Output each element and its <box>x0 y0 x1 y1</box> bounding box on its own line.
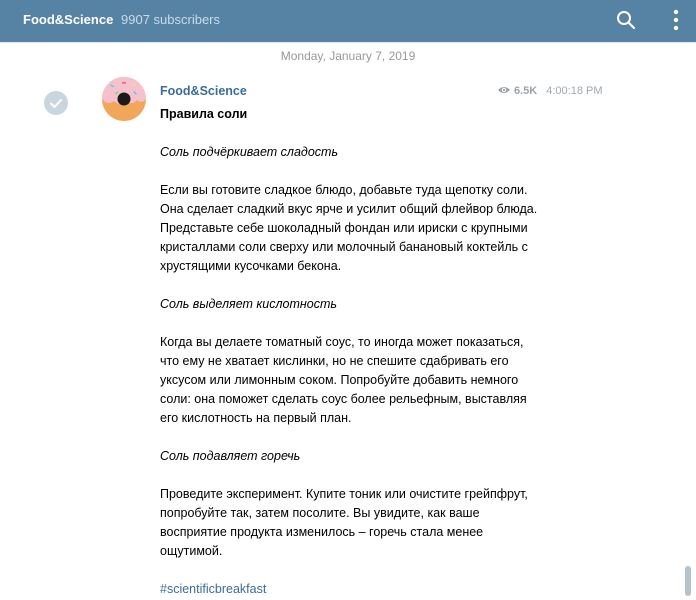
channel-name[interactable]: Food&Science <box>23 12 113 27</box>
check-icon <box>50 99 62 108</box>
message-author[interactable]: Food&Science <box>160 84 247 98</box>
section-subtitle: Соль подавляет горечь <box>160 449 301 463</box>
header-divider <box>0 42 696 43</box>
search-icon[interactable] <box>616 10 636 30</box>
view-count: 6.5K <box>514 85 538 97</box>
select-message-checkbox[interactable] <box>44 91 68 115</box>
message-time[interactable]: 4:00:18 PM <box>546 85 602 97</box>
section-subtitle: Соль подчёркивает сладость <box>160 145 339 159</box>
scrollbar-track[interactable] <box>684 43 692 600</box>
section-text: Когда вы делаете томатный соус, то иногд… <box>160 335 527 425</box>
section-text: Проведите эксперимент. Купите тоник или … <box>160 487 528 558</box>
date-separator: Monday, January 7, 2019 <box>280 49 416 63</box>
channel-header: Food&Science 9907 subscribers <box>0 0 696 42</box>
eye-icon <box>498 87 510 93</box>
more-vertical-icon[interactable] <box>672 9 680 31</box>
section-text: Если вы готовите сладкое блюдо, добавьте… <box>160 183 538 273</box>
donut-avatar[interactable] <box>102 77 146 121</box>
hashtag-link[interactable]: #scientificbreakfast <box>160 580 545 599</box>
section-subtitle: Соль выделяет кислотность <box>160 297 337 311</box>
post-title: Правила соли <box>160 107 248 121</box>
scrollbar-thumb[interactable] <box>685 566 691 596</box>
message-meta: 6.5K 4:00:18 PM <box>497 85 603 97</box>
subscriber-count: 9907 subscribers <box>121 12 220 27</box>
message-body: Правила соли Соль подчёркивает сладость … <box>160 105 545 599</box>
